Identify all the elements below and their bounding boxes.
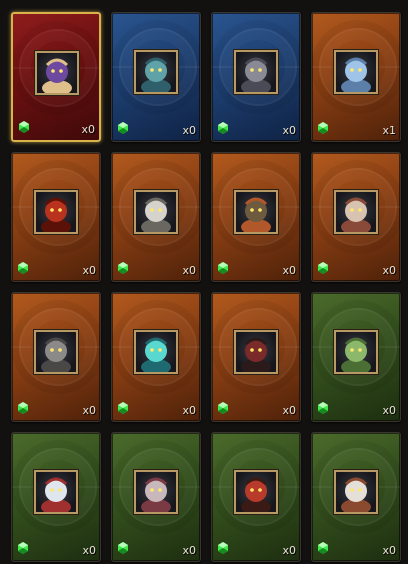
white-haired-warrior-portrait-icon [133,189,179,235]
green-gem-icon [118,402,128,414]
green-gem-icon [318,542,328,554]
green-gem-icon [318,122,328,134]
card-count: x0 [82,264,96,277]
crystal-orb-portrait-icon [133,329,179,375]
card-count: x0 [182,264,196,277]
green-gem-icon [18,542,28,554]
green-gem-icon [318,402,328,414]
card-count: x0 [282,264,296,277]
horned-beast-portrait-icon [233,189,279,235]
card-ice-spirit[interactable]: x1 [311,12,401,142]
dark-knight-portrait-icon [233,329,279,375]
card-stone-golem[interactable]: x0 [211,12,301,142]
red-bandit-portrait-icon [233,469,279,515]
card-frog[interactable]: x0 [311,292,401,422]
bone-crawler-portrait-icon [333,189,379,235]
green-gem-icon [18,262,28,274]
stone-golem-portrait-icon [233,49,279,95]
card-count: x0 [82,544,96,557]
card-white-ghost[interactable]: x0 [11,432,101,562]
green-gem-icon [318,262,328,274]
green-gem-icon [18,402,28,414]
white-bearded-elder-portrait-icon [333,469,379,515]
green-gem-icon [218,542,228,554]
card-count: x0 [282,544,296,557]
armored-pig-portrait-icon [33,329,79,375]
card-count: x0 [382,404,396,417]
card-armored-pig[interactable]: x0 [11,292,101,422]
card-fire-imp[interactable]: x0 [11,152,101,282]
card-count: x1 [382,124,396,137]
green-gem-icon [118,542,128,554]
card-white-bearded-elder[interactable]: x0 [311,432,401,562]
card-count: x0 [182,544,196,557]
dark-mage-portrait-icon [34,50,80,96]
card-white-haired-warrior[interactable]: x0 [111,152,201,282]
green-gem-icon [218,122,228,134]
green-gem-icon [19,121,29,133]
card-count: x0 [182,404,196,417]
ice-goblin-portrait-icon [133,49,179,95]
card-dark-knight[interactable]: x0 [211,292,301,422]
card-count: x0 [82,404,96,417]
green-gem-icon [118,262,128,274]
card-horned-beast[interactable]: x0 [211,152,301,282]
card-count: x0 [382,544,396,557]
card-count: x0 [81,123,95,136]
ice-spirit-portrait-icon [333,49,379,95]
card-bone-crawler[interactable]: x0 [311,152,401,282]
fire-imp-portrait-icon [33,189,79,235]
card-red-bandit[interactable]: x0 [211,432,301,562]
card-grey-sage[interactable]: x0 [111,432,201,562]
green-gem-icon [218,262,228,274]
card-dark-mage[interactable]: x0 [11,12,101,142]
card-count: x0 [382,264,396,277]
card-ice-goblin[interactable]: x0 [111,12,201,142]
card-crystal-orb[interactable]: x0 [111,292,201,422]
card-count: x0 [182,124,196,137]
card-count: x0 [282,124,296,137]
grey-sage-portrait-icon [133,469,179,515]
frog-portrait-icon [333,329,379,375]
card-count: x0 [282,404,296,417]
green-gem-icon [218,402,228,414]
white-ghost-portrait-icon [33,469,79,515]
green-gem-icon [118,122,128,134]
card-grid: x0 x0 x0 x1 x0 x0 x0 x0 x0 x0 x0 x0 x0 x0 x0 x0 [0,0,408,564]
